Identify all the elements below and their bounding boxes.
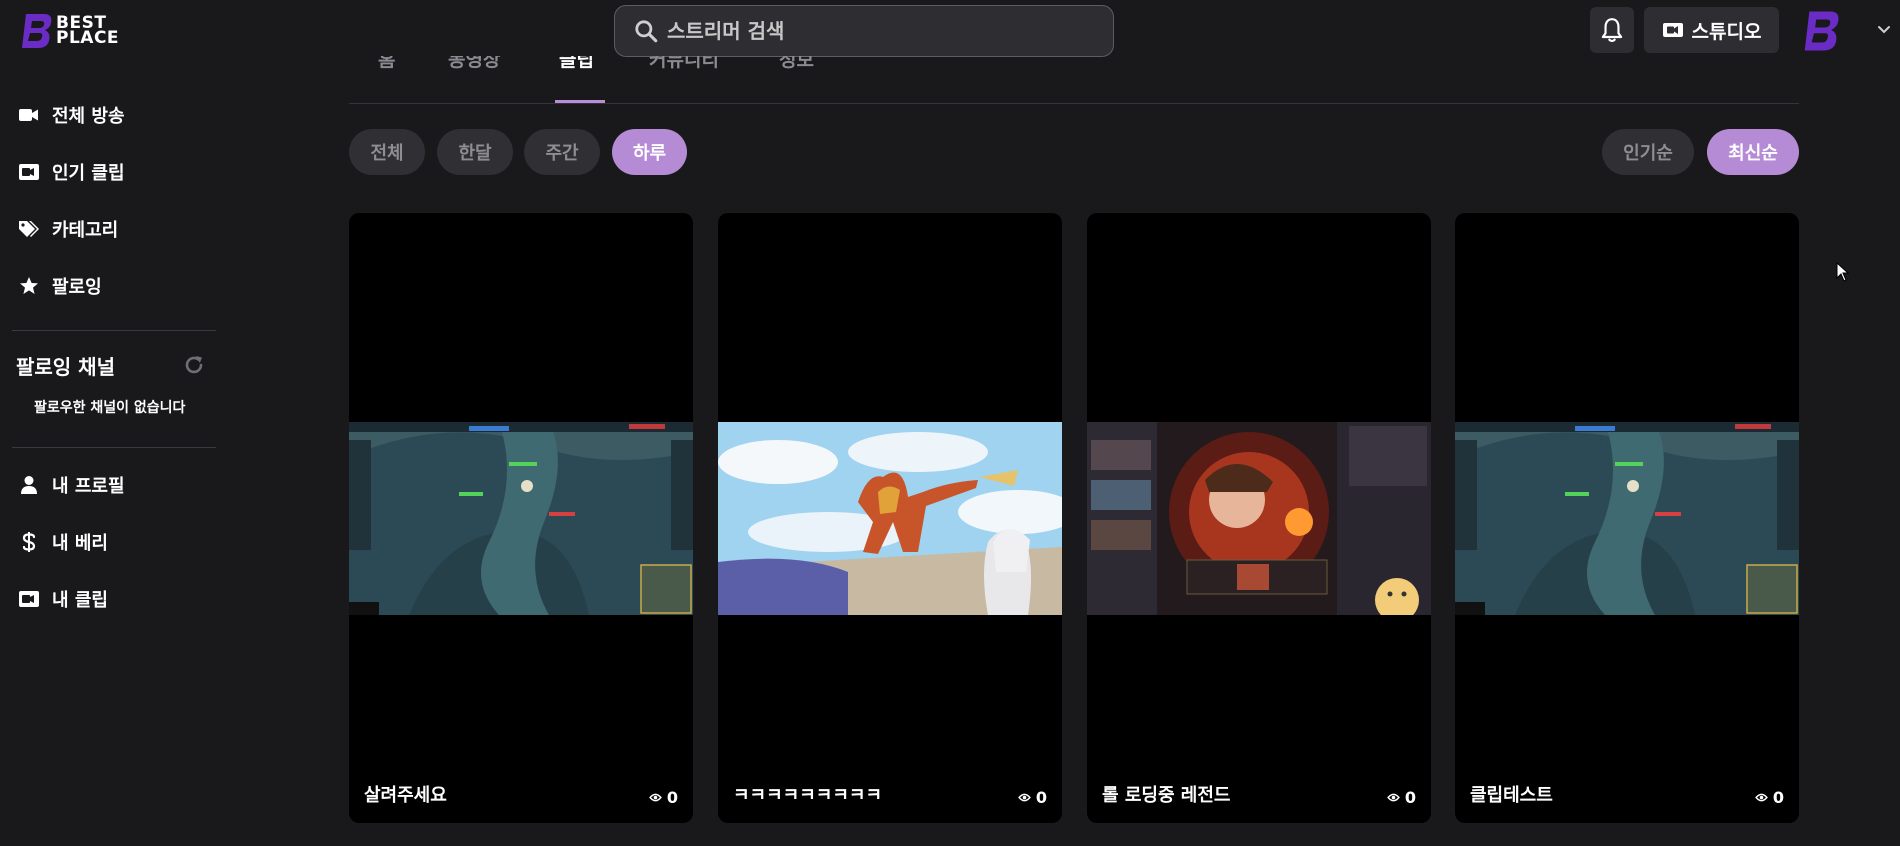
clip-thumbnail <box>718 422 1062 615</box>
clip-view-count: 0 <box>1018 788 1047 807</box>
sidebar-item-my-berry[interactable]: 내 베리 <box>0 513 216 570</box>
avatar-logo-icon <box>1804 11 1839 51</box>
following-channels-title: 팔로잉 채널 <box>16 354 115 379</box>
eye-icon <box>1755 793 1768 802</box>
active-tab-indicator <box>555 100 605 103</box>
sidebar-item-my-clips[interactable]: 내 클립 <box>0 570 216 627</box>
clip-card[interactable]: 클립테스트 0 <box>1455 213 1799 823</box>
clip-icon <box>18 588 40 610</box>
logo-mark-icon <box>22 14 52 48</box>
following-empty-message: 팔로우한 채널이 없습니다 <box>34 400 186 416</box>
filter-period-month[interactable]: 한달 <box>437 129 513 175</box>
sidebar-item-label: 내 클립 <box>52 589 108 611</box>
tab-clips[interactable]: 클립 <box>559 56 594 92</box>
sidebar: 전체 방송 인기 클립 카테고리 팔로잉 팔로잉 채널 팔로우한 채널이 없습니… <box>0 86 216 627</box>
logo-line-2: PLACE <box>56 28 120 48</box>
clip-card[interactable]: ㅋㅋㅋㅋㅋㅋㅋㅋㅋ 0 <box>718 213 1062 823</box>
tab-videos[interactable]: 동영상 <box>448 56 500 92</box>
clip-card[interactable]: 롤 로딩중 레전드 0 <box>1087 213 1431 823</box>
sidebar-item-label: 팔로잉 <box>52 276 102 298</box>
sidebar-item-label: 내 베리 <box>52 532 108 554</box>
user-icon <box>18 474 40 496</box>
sidebar-item-label: 인기 클립 <box>52 162 125 184</box>
clip-views: 0 <box>1772 788 1784 807</box>
sidebar-item-categories[interactable]: 카테고리 <box>0 200 216 257</box>
clip-views: 0 <box>1404 788 1416 807</box>
clip-icon <box>18 161 40 183</box>
studio-label: 스튜디오 <box>1691 20 1762 43</box>
video-camera-icon <box>1662 23 1683 37</box>
tab-community[interactable]: 커뮤니티 <box>649 56 719 92</box>
bell-icon <box>1601 18 1623 43</box>
clip-views: 0 <box>666 788 678 807</box>
eye-icon <box>649 793 662 802</box>
tags-icon <box>18 218 40 240</box>
clip-card[interactable]: 살려주세요 0 <box>349 213 693 823</box>
tab-info[interactable]: 정보 <box>779 56 814 92</box>
search-icon <box>635 20 658 43</box>
logo-text: BEST PLACE <box>56 15 120 48</box>
clip-title: 살려주세요 <box>364 785 447 806</box>
chevron-down-icon[interactable] <box>1876 22 1892 38</box>
sidebar-item-popular-clips[interactable]: 인기 클립 <box>0 143 216 200</box>
filter-period-all[interactable]: 전체 <box>349 129 425 175</box>
clip-title: ㅋㅋㅋㅋㅋㅋㅋㅋㅋ <box>733 785 883 806</box>
clip-thumbnail <box>1087 422 1431 615</box>
search-bar[interactable] <box>614 5 1114 57</box>
star-icon <box>18 275 40 297</box>
sidebar-item-label: 내 프로필 <box>52 475 125 497</box>
avatar[interactable] <box>1800 8 1844 54</box>
sidebar-divider <box>12 447 216 448</box>
clip-view-count: 0 <box>1755 788 1784 807</box>
search-input[interactable] <box>667 19 1087 43</box>
sort-popular[interactable]: 인기순 <box>1602 129 1694 175</box>
filter-period-day[interactable]: 하루 <box>612 129 687 175</box>
eye-icon <box>1018 793 1031 802</box>
channel-tabs: 홈 동영상 클립 커뮤니티 정보 <box>349 56 1799 104</box>
refresh-icon[interactable] <box>182 353 206 377</box>
sidebar-item-following[interactable]: 팔로잉 <box>0 257 216 314</box>
notifications-button[interactable] <box>1590 7 1634 53</box>
eye-icon <box>1387 793 1400 802</box>
sidebar-item-label: 카테고리 <box>52 219 119 241</box>
sidebar-divider <box>12 330 216 331</box>
studio-button[interactable]: 스튜디오 <box>1644 7 1779 53</box>
clip-title: 클립테스트 <box>1470 785 1553 806</box>
tab-home[interactable]: 홈 <box>378 56 395 92</box>
dollar-icon <box>18 531 40 553</box>
clip-title: 롤 로딩중 레전드 <box>1102 785 1231 806</box>
sidebar-item-label: 전체 방송 <box>52 105 125 127</box>
clip-thumbnail <box>349 422 693 615</box>
clip-view-count: 0 <box>649 788 678 807</box>
video-camera-icon <box>18 104 40 126</box>
clip-views: 0 <box>1035 788 1047 807</box>
sidebar-item-all-broadcasts[interactable]: 전체 방송 <box>0 86 216 143</box>
following-channels-header: 팔로잉 채널 <box>0 333 216 397</box>
sort-latest[interactable]: 최신순 <box>1707 129 1799 175</box>
filter-period-week[interactable]: 주간 <box>524 129 600 175</box>
logo[interactable]: BEST PLACE <box>20 10 138 52</box>
mouse-cursor-icon <box>1836 262 1850 282</box>
clip-thumbnail <box>1455 422 1799 615</box>
clip-view-count: 0 <box>1387 788 1416 807</box>
sidebar-item-my-profile[interactable]: 내 프로필 <box>0 456 216 513</box>
